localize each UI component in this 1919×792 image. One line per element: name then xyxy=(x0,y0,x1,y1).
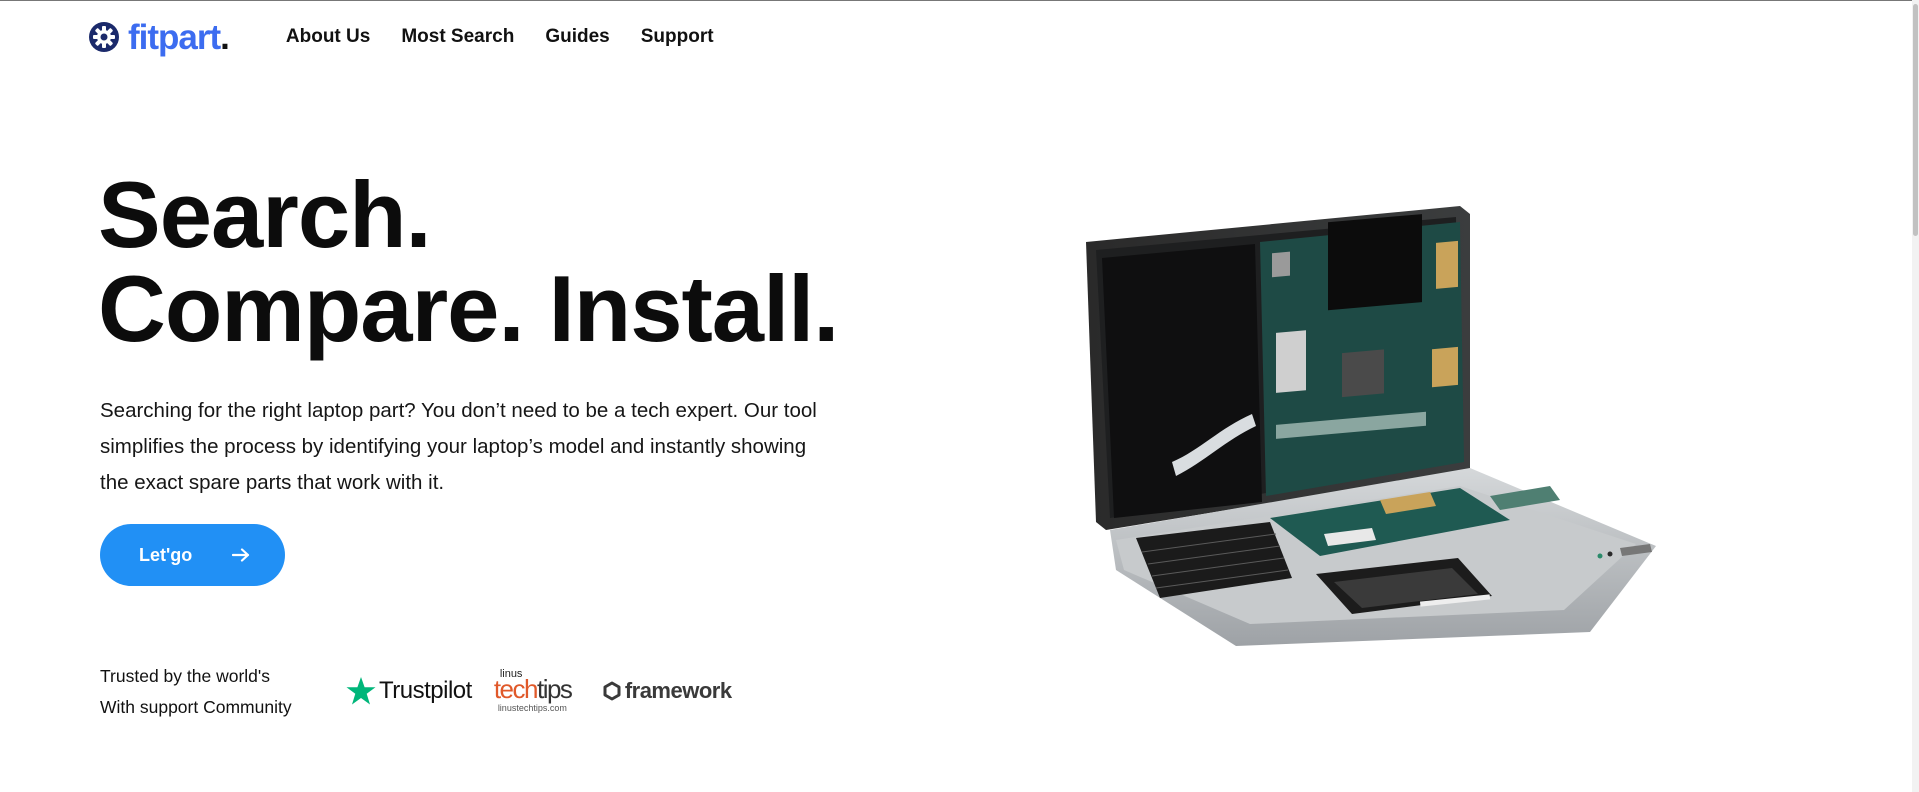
gear-icon xyxy=(89,22,119,52)
hero-title-line2: Compare. Install. xyxy=(98,256,839,361)
main-menu: About Us Most Search Guides Support xyxy=(286,26,745,48)
hero-description: Searching for the right laptop part? You… xyxy=(100,399,817,494)
lets-go-button[interactable]: Let'go xyxy=(100,524,285,586)
linustechtips-logo: linus techtips linustechtips.com xyxy=(494,668,580,714)
ltt-url-text: linustechtips.com xyxy=(497,703,567,713)
trustpilot-logo: Trustpilot xyxy=(346,676,472,706)
trusted-line1: Trusted by the world's xyxy=(100,666,270,686)
top-navigation: fitpart. About Us Most Search Guides Sup… xyxy=(88,14,745,60)
scrollbar[interactable] xyxy=(1912,0,1919,792)
trustpilot-name: Trustpilot xyxy=(379,677,472,704)
ltt-tips-text: tips xyxy=(536,674,573,704)
nav-guides[interactable]: Guides xyxy=(545,26,609,48)
nav-support[interactable]: Support xyxy=(641,26,714,48)
lets-go-label: Let'go xyxy=(139,544,193,565)
framework-logo: framework xyxy=(602,678,732,704)
trusted-line2: With support Community xyxy=(100,697,292,717)
brand-name: fitpart xyxy=(128,17,221,57)
brand-dot: . xyxy=(220,17,230,57)
top-border xyxy=(0,0,1919,1)
nav-most-search[interactable]: Most Search xyxy=(401,26,514,48)
nav-about-us[interactable]: About Us xyxy=(286,26,370,48)
hero-title: Search. Compare. Install. xyxy=(98,168,839,356)
framework-gear-icon xyxy=(603,681,621,701)
ltt-tech-text: tech xyxy=(493,674,539,704)
scrollbar-thumb[interactable] xyxy=(1913,4,1918,236)
framework-name: framework xyxy=(624,678,732,703)
arrow-right-icon xyxy=(232,548,250,562)
hero-title-line1: Search. xyxy=(98,162,432,267)
brand-logo[interactable]: fitpart. xyxy=(88,20,230,55)
ltt-wordmark: techtips xyxy=(493,674,573,704)
trusted-by-text: Trusted by the world's With support Comm… xyxy=(100,661,330,723)
star-icon xyxy=(346,677,376,705)
laptop-illustration xyxy=(1086,206,1656,646)
partner-logos: Trustpilot linus techtips linustechtips.… xyxy=(346,668,732,714)
